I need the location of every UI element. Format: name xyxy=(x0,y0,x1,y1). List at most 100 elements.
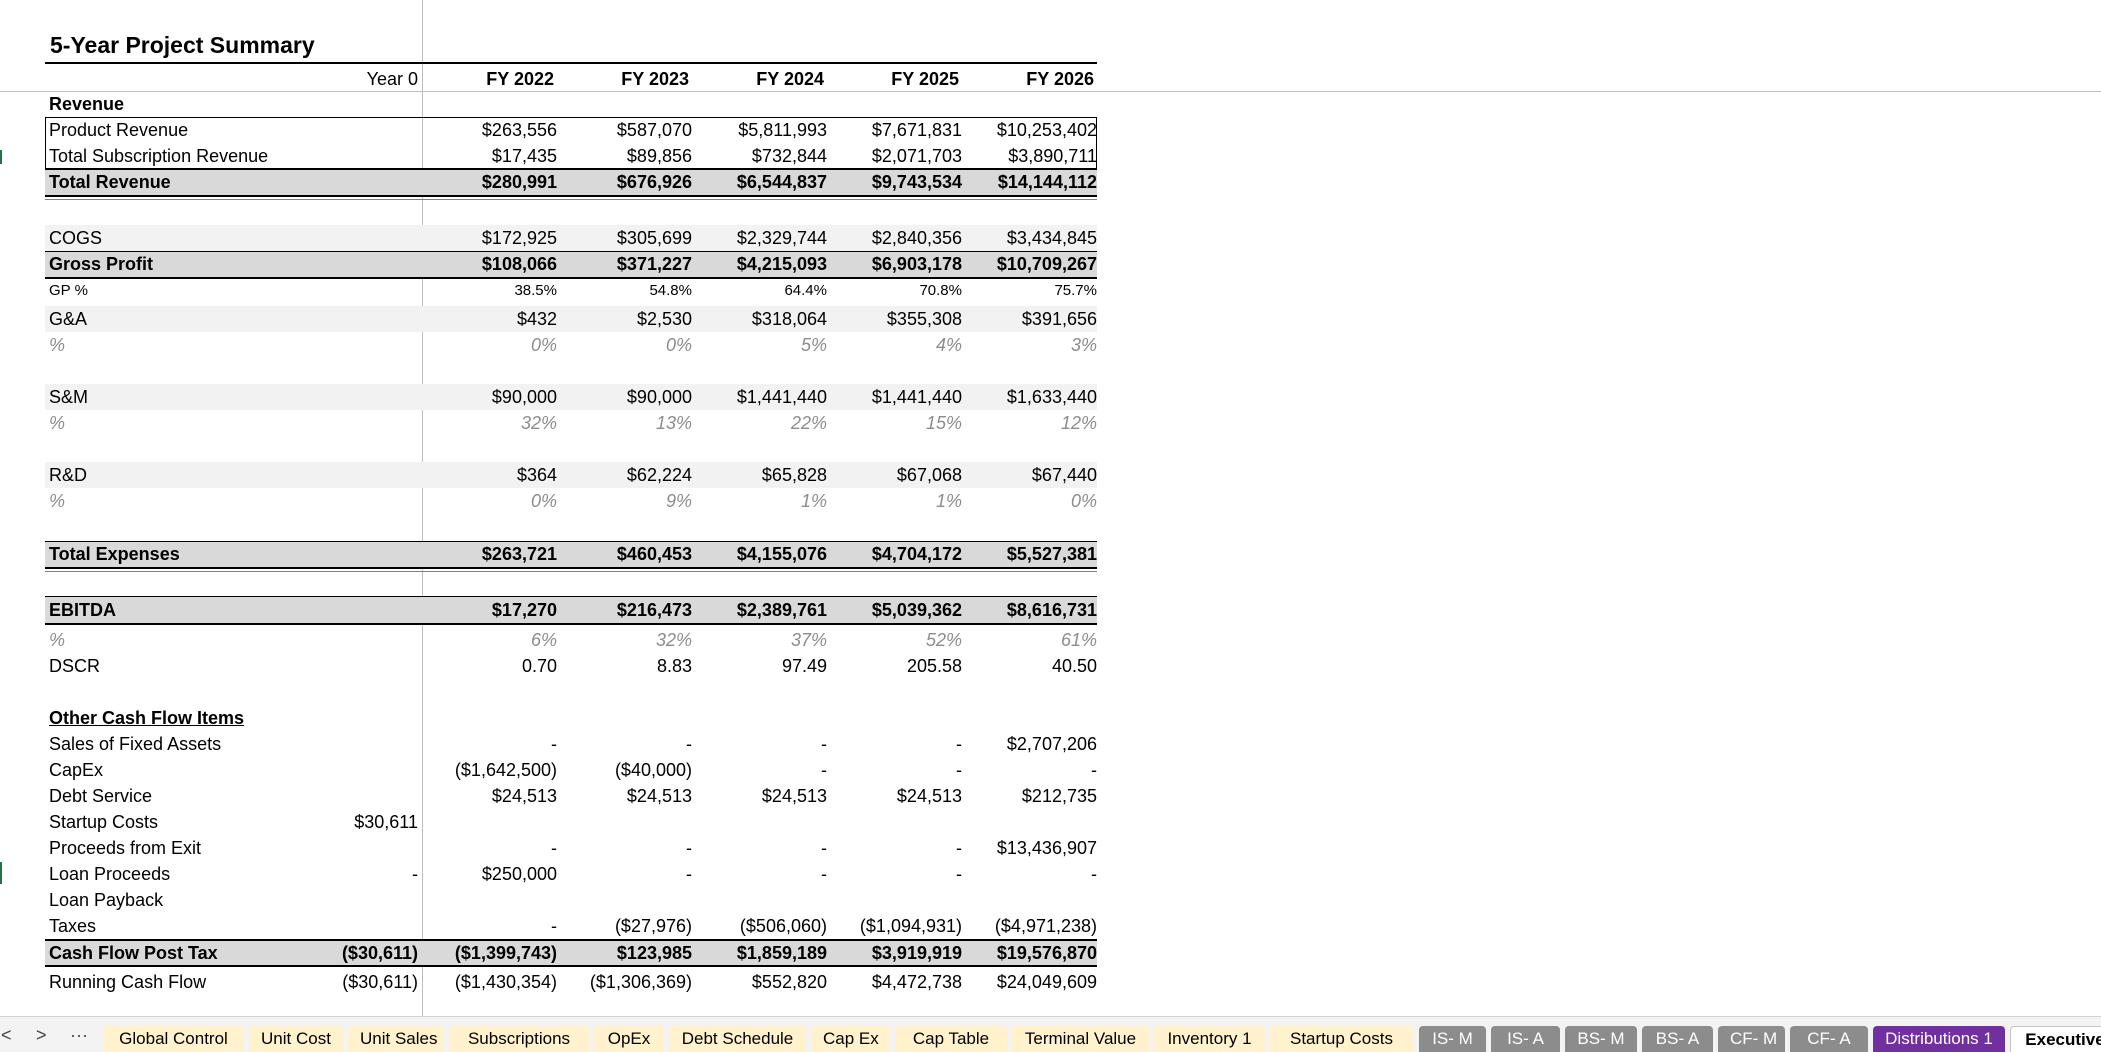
cell-col-5[interactable]: 12% xyxy=(963,410,1097,436)
cell-col-5[interactable]: $5,527,381 xyxy=(963,541,1097,567)
cell-col-2[interactable]: ($27,976) xyxy=(558,913,692,939)
cell-col-2[interactable]: ($1,306,369) xyxy=(558,969,692,995)
row-loan-payback[interactable]: Loan Payback xyxy=(45,887,1097,913)
cell-col-1[interactable]: - xyxy=(423,835,557,861)
cell-col-4[interactable]: 15% xyxy=(828,410,962,436)
cell-col-1[interactable]: $364 xyxy=(423,462,557,488)
cell-col-4[interactable]: $4,704,172 xyxy=(828,541,962,567)
sheet-tab[interactable]: CF- A xyxy=(1790,1026,1868,1052)
cell-col-2[interactable]: - xyxy=(558,731,692,757)
scroll-tabs-left-icon[interactable]: < xyxy=(1,1025,12,1045)
cell-col-3[interactable]: $4,155,076 xyxy=(693,541,827,567)
cell-col-2[interactable]: 0% xyxy=(558,332,692,358)
row-proceeds-from-exit[interactable]: Proceeds from Exit - - - - $13,436,907 xyxy=(45,835,1097,861)
row-gp-percent[interactable]: GP % 38.5% 54.8% 64.4% 70.8% 75.7% xyxy=(45,278,1097,304)
scroll-tabs-right-icon[interactable]: > xyxy=(36,1025,47,1045)
cell-col-0[interactable]: - xyxy=(45,861,418,887)
row-loan-proceeds[interactable]: Loan Proceeds - $250,000- - - - xyxy=(45,861,1097,887)
cell-col-2[interactable]: - xyxy=(558,861,692,887)
cell-col-3[interactable]: $1,859,189 xyxy=(693,940,827,966)
cell-col-1[interactable]: ($1,399,743) xyxy=(423,940,557,966)
cell-col-4[interactable]: $6,903,178 xyxy=(828,251,962,277)
cell-col-1[interactable]: $432 xyxy=(423,306,557,332)
cell-col-3[interactable]: $65,828 xyxy=(693,462,827,488)
cell-col-2[interactable]: $587,070 xyxy=(558,117,692,143)
cell-col-4[interactable]: - xyxy=(828,757,962,783)
cell-col-5[interactable]: 0% xyxy=(963,488,1097,514)
cell-col-1[interactable]: $108,066 xyxy=(423,251,557,277)
cell-col-4[interactable]: - xyxy=(828,861,962,887)
cell-col-4[interactable]: 205.58 xyxy=(828,653,962,679)
cell-col-2[interactable]: $62,224 xyxy=(558,462,692,488)
cell-col-1[interactable]: 38.5% xyxy=(423,278,557,304)
sheet-tab[interactable]: Global Control xyxy=(103,1026,244,1052)
cell-col-4[interactable]: ($1,094,931) xyxy=(828,913,962,939)
cell-col-4[interactable]: $4,472,738 xyxy=(828,969,962,995)
cell-col-5[interactable]: $2,707,206 xyxy=(963,731,1097,757)
cell-col-2[interactable]: - xyxy=(558,835,692,861)
more-tabs-icon[interactable]: ··· xyxy=(70,1025,88,1045)
cell-col-2[interactable]: 9% xyxy=(558,488,692,514)
cell-col-5[interactable]: $3,890,711 xyxy=(963,143,1097,169)
sheet-tab[interactable]: Distributions 1 xyxy=(1873,1026,2005,1052)
cell-col-3[interactable]: - xyxy=(693,731,827,757)
row-cogs[interactable]: COGS $172,925 $305,699 $2,329,744 $2,840,356… xyxy=(45,225,1097,251)
row-ga-percent[interactable]: % 0% 0% 5% 4% 3% xyxy=(45,332,1097,358)
cell-col-5[interactable]: $13,436,907 xyxy=(963,835,1097,861)
cell-col-1[interactable]: ($1,642,500) xyxy=(423,757,557,783)
row-product-revenue[interactable]: Product Revenue $263,556 $587,070 $5,811,99… xyxy=(45,117,1097,143)
cell-col-1[interactable]: $280,991 xyxy=(423,169,557,195)
cell-col-5[interactable]: 40.50 xyxy=(963,653,1097,679)
cell-col-1[interactable]: - xyxy=(423,731,557,757)
cell-col-1[interactable]: $263,556 xyxy=(423,117,557,143)
row-cash-flow-post-tax[interactable]: Cash Flow Post Tax ($30,611) ($1,399,743) $… xyxy=(45,940,1097,966)
row-running-cash-flow[interactable]: Running Cash Flow ($30,611) ($1,430,354) ($… xyxy=(45,969,1097,995)
cell-col-5[interactable]: - xyxy=(963,861,1097,887)
cell-col-3[interactable]: - xyxy=(693,757,827,783)
cell-col-4[interactable]: $5,039,362 xyxy=(828,597,962,623)
sheet-tab[interactable]: Subscriptions xyxy=(449,1026,589,1052)
cell-col-5[interactable]: $14,144,112 xyxy=(963,169,1097,195)
sheet-tab[interactable]: CF- M xyxy=(1718,1026,1785,1052)
cell-col-3[interactable]: 37% xyxy=(693,627,827,653)
row-total-revenue[interactable]: Total Revenue $280,991 $676,926 $6,544,837 $… xyxy=(45,169,1097,195)
cell-col-2[interactable]: $90,000 xyxy=(558,384,692,410)
cell-col-2[interactable]: $305,699 xyxy=(558,225,692,251)
cell-col-1[interactable]: $263,721 xyxy=(423,541,557,567)
cell-col-4[interactable]: $2,071,703 xyxy=(828,143,962,169)
cell-col-4[interactable]: 70.8% xyxy=(828,278,962,304)
cell-col-2[interactable]: 54.8% xyxy=(558,278,692,304)
cell-col-4[interactable]: $3,919,919 xyxy=(828,940,962,966)
row-other-cash-flow-heading[interactable]: Other Cash Flow Items xyxy=(45,705,1097,731)
sheet-tab[interactable]: Cap Table xyxy=(895,1026,1007,1052)
cell-col-5[interactable]: $8,616,731 xyxy=(963,597,1097,623)
sheet-tab[interactable]: BS- A xyxy=(1642,1026,1713,1052)
row-gross-profit[interactable]: Gross Profit $108,066 $371,227 $4,215,093 $6… xyxy=(45,251,1097,277)
cell-col-0[interactable]: ($30,611) xyxy=(45,940,418,966)
cell-col-5[interactable]: $67,440 xyxy=(963,462,1097,488)
cell-col-5[interactable]: 75.7% xyxy=(963,278,1097,304)
cell-col-3[interactable]: 22% xyxy=(693,410,827,436)
cell-col-5[interactable]: ($4,971,238) xyxy=(963,913,1097,939)
sheet-tab[interactable]: IS- M xyxy=(1419,1026,1486,1052)
row-rd[interactable]: R&D $364 $62,224 $65,828 $67,068 $67,440 xyxy=(45,462,1097,488)
cell-col-4[interactable]: $2,840,356 xyxy=(828,225,962,251)
sheet-tab[interactable]: Terminal Value xyxy=(1012,1026,1149,1052)
cell-col-2[interactable]: 32% xyxy=(558,627,692,653)
cell-col-1[interactable]: ($1,430,354) xyxy=(423,969,557,995)
cell-col-3[interactable]: $5,811,993 xyxy=(693,117,827,143)
cell-col-5[interactable]: $391,656 xyxy=(963,306,1097,332)
cell-col-4[interactable]: $1,441,440 xyxy=(828,384,962,410)
row-sales-of-fixed-assets[interactable]: Sales of Fixed Assets - - - - $2,707,206 xyxy=(45,731,1097,757)
cell-col-5[interactable]: - xyxy=(963,757,1097,783)
sheet-tab[interactable]: Cap Ex xyxy=(811,1026,890,1052)
row-startup-costs[interactable]: Startup Costs $30,611 xyxy=(45,809,1097,835)
cell-col-1[interactable]: - xyxy=(423,913,557,939)
cell-col-1[interactable]: $250,000 xyxy=(423,861,557,887)
cell-col-3[interactable]: 1% xyxy=(693,488,827,514)
cell-col-5[interactable]: 3% xyxy=(963,332,1097,358)
sheet-tab[interactable]: OpEx xyxy=(594,1026,664,1052)
cell-col-3[interactable]: $1,441,440 xyxy=(693,384,827,410)
cell-col-2[interactable]: $24,513 xyxy=(558,783,692,809)
cell-col-4[interactable]: - xyxy=(828,835,962,861)
